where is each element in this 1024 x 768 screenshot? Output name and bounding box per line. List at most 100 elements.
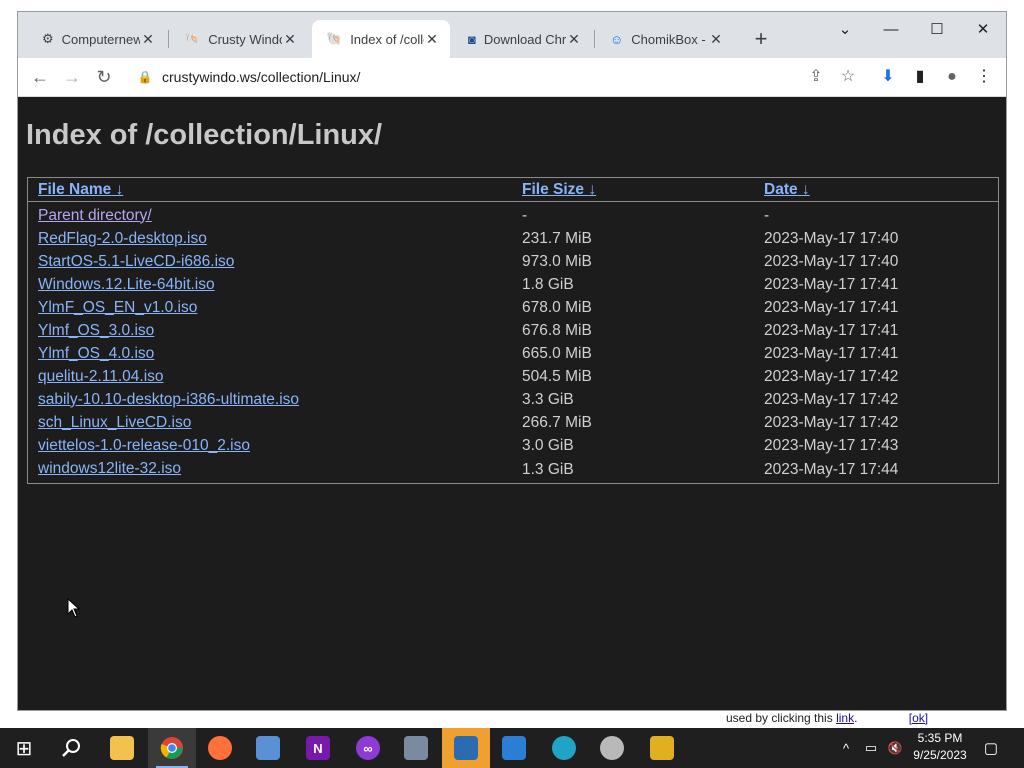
lock-icon[interactable]: 🔒: [134, 70, 156, 84]
search-icon: [62, 739, 80, 757]
file-size-cell: 504.5 MiB: [522, 367, 592, 385]
file-size-cell: 1.8 GiB: [522, 275, 574, 293]
menu-kebab-icon[interactable]: ⋮: [970, 63, 998, 91]
cookie-notice-text: used by clicking this: [726, 711, 833, 725]
date-cell: 2023-May-17 17:43: [764, 436, 899, 454]
bookmark-star-icon[interactable]: ☆: [834, 63, 862, 91]
tab-search-button[interactable]: ⌄: [822, 16, 868, 44]
date-cell: 2023-May-17 17:41: [764, 298, 899, 316]
file-link[interactable]: Windows.12.Lite-64bit.iso: [38, 276, 215, 293]
taskbar-archive-tool[interactable]: [638, 728, 686, 768]
tab-separator: [594, 30, 595, 48]
side-panel-icon[interactable]: ▮: [906, 63, 934, 91]
maximize-button[interactable]: ☐: [914, 16, 960, 44]
download-icon[interactable]: ⬇: [874, 63, 902, 91]
search-button[interactable]: [48, 728, 96, 768]
sort-arrow-icon: ↓: [801, 181, 810, 198]
date-cell: 2023-May-17 17:41: [764, 275, 899, 293]
volume-muted-icon[interactable]: 🔇: [884, 728, 906, 768]
mixed-reality-icon: ∞: [356, 736, 380, 760]
table-row: quelitu-2.11.04.iso 504.5 MiB 2023-May-17 …: [28, 365, 998, 388]
onenote-icon: N: [306, 736, 330, 760]
date-cell: 2023-May-17 17:40: [764, 252, 899, 270]
file-link[interactable]: quelitu-2.11.04.iso: [38, 368, 164, 385]
column-header-date[interactable]: Date ↓: [754, 178, 998, 202]
date-cell: 2023-May-17 17:42: [764, 390, 899, 408]
favicon-icon: ◙: [468, 31, 476, 47]
taskbar-firefox[interactable]: [196, 728, 244, 768]
file-size-cell: 231.7 MiB: [522, 229, 592, 247]
notifications-icon[interactable]: ▢: [980, 728, 1002, 768]
cookie-ok-link[interactable]: [ok]: [909, 711, 928, 725]
tab-close-icon[interactable]: ✕: [566, 31, 582, 48]
new-tab-button[interactable]: +: [748, 26, 774, 52]
file-size-cell: 973.0 MiB: [522, 252, 592, 270]
sort-file-name-link[interactable]: File Name ↓: [38, 181, 123, 198]
tab-close-icon[interactable]: ✕: [282, 31, 298, 48]
cookie-period: .: [854, 711, 858, 725]
sort-file-size-link[interactable]: File Size ↓: [522, 181, 596, 198]
tab-close-icon[interactable]: ✕: [424, 31, 440, 48]
address-bar[interactable]: 🔒 crustywindo.ws/collection/Linux/: [130, 62, 870, 92]
file-link[interactable]: Ylmf_OS_3.0.iso: [38, 322, 154, 339]
table-row: sch_Linux_LiveCD.iso 266.7 MiB 2023-May-17…: [28, 411, 998, 434]
start-button[interactable]: ⊞: [0, 728, 48, 768]
tab-close-icon[interactable]: ✕: [140, 31, 156, 48]
taskbar-network-tool[interactable]: [392, 728, 440, 768]
close-window-button[interactable]: ✕: [960, 16, 1006, 44]
minimize-button[interactable]: —: [868, 16, 914, 44]
tab-title: ChomikBox - So: [631, 31, 708, 47]
chrome-icon: [160, 737, 183, 759]
profile-avatar-icon[interactable]: ●: [938, 63, 966, 91]
column-header-file-name[interactable]: File Name ↓: [28, 178, 512, 202]
table-row: windows12lite-32.iso 1.3 GiB 2023-May-17 1…: [28, 457, 998, 483]
taskbar-folder-app[interactable]: [442, 728, 490, 768]
clock-time: 5:35 PM: [917, 731, 963, 745]
taskbar-people[interactable]: [490, 728, 538, 768]
tab-close-icon[interactable]: ✕: [708, 31, 724, 48]
table-row-parent-directory: Parent directory/ - -: [28, 202, 998, 227]
file-link[interactable]: sch_Linux_LiveCD.iso: [38, 414, 191, 431]
url-text[interactable]: crustywindo.ws/collection/Linux/: [162, 69, 360, 85]
taskbar-edge[interactable]: [540, 728, 588, 768]
back-button[interactable]: ←: [26, 63, 54, 91]
taskbar-control-panel[interactable]: [244, 728, 292, 768]
file-size-cell: 3.0 GiB: [522, 436, 574, 454]
taskbar-dvd-player[interactable]: [588, 728, 636, 768]
file-link[interactable]: StartOS-5.1-LiveCD-i686.iso: [38, 253, 234, 270]
taskbar-onenote[interactable]: N: [294, 728, 342, 768]
sort-arrow-icon: ↓: [115, 181, 124, 198]
sort-date-link[interactable]: Date ↓: [764, 181, 810, 198]
tab-crusty-windows[interactable]: 🐚 Crusty Windows ✕: [170, 20, 308, 58]
taskbar-chrome[interactable]: [148, 728, 196, 768]
dvd-icon: [600, 736, 624, 760]
file-link[interactable]: RedFlag-2.0-desktop.iso: [38, 230, 207, 247]
parent-directory-link[interactable]: Parent directory/: [38, 207, 152, 224]
tray-chevron-icon[interactable]: ^: [836, 728, 856, 768]
table-row: StartOS-5.1-LiveCD-i686.iso 973.0 MiB 2023…: [28, 250, 998, 273]
file-link[interactable]: YlmF_OS_EN_v1.0.iso: [38, 299, 197, 316]
cookie-notice-link[interactable]: link: [836, 711, 854, 725]
reload-button[interactable]: ↻: [90, 63, 118, 91]
file-link[interactable]: windows12lite-32.iso: [38, 460, 181, 477]
file-link[interactable]: viettelos-1.0-release-010_2.iso: [38, 437, 250, 454]
tab-chomikbox[interactable]: ☺ ChomikBox - So ✕: [596, 20, 734, 58]
tab-strip: ⚙ Computernewb ✕ 🐚 Crusty Windows ✕ 🐚 In…: [18, 12, 1006, 58]
column-header-file-size[interactable]: File Size ↓: [512, 178, 754, 202]
forward-button[interactable]: →: [58, 63, 86, 91]
file-size-cell: -: [522, 206, 528, 224]
file-size-cell: 678.0 MiB: [522, 298, 592, 316]
share-icon[interactable]: ⇪: [802, 63, 830, 91]
file-link[interactable]: sabily-10.10-desktop-i386-ultimate.iso: [38, 391, 299, 408]
file-link[interactable]: Ylmf_OS_4.0.iso: [38, 345, 154, 362]
tab-index-of-collection[interactable]: 🐚 Index of /collection ✕: [312, 20, 450, 58]
taskbar-mixed-reality[interactable]: ∞: [344, 728, 392, 768]
taskbar-file-explorer[interactable]: [98, 728, 146, 768]
file-listing-table: File Name ↓ File Size ↓ Date ↓ Parent di…: [27, 177, 999, 484]
tab-computernewb[interactable]: ⚙ Computernewb ✕: [28, 20, 166, 58]
date-cell: -: [764, 206, 770, 224]
network-icon[interactable]: ▭: [860, 728, 882, 768]
date-cell: 2023-May-17 17:44: [764, 461, 899, 478]
tab-download-chrome[interactable]: ◙ Download Chro ✕: [454, 20, 592, 58]
taskbar-clock[interactable]: 5:35 PM 9/25/2023: [910, 730, 970, 764]
